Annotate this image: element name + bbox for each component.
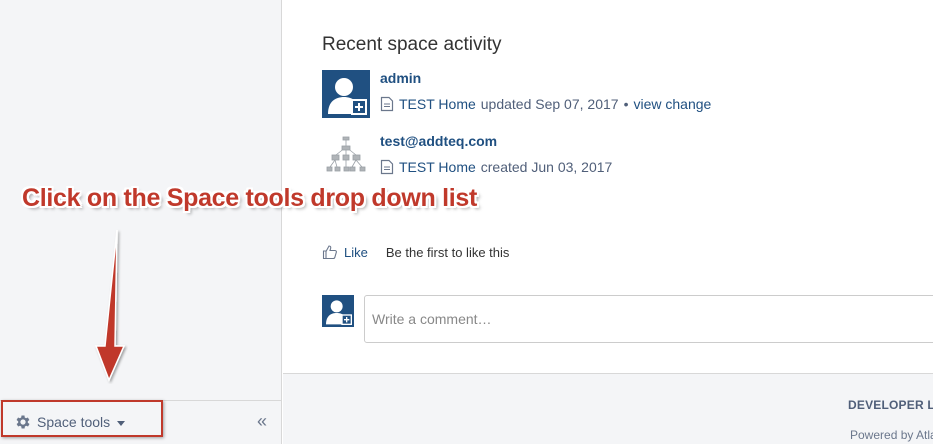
annotation-highlight-box xyxy=(1,400,163,437)
comment-row xyxy=(322,295,933,343)
sidebar: Space tools « xyxy=(0,0,282,444)
separator-bullet: • xyxy=(623,96,629,112)
footer-title: DEVELOPER L xyxy=(848,398,933,412)
diagram-avatar-icon xyxy=(322,133,370,181)
collapse-sidebar-button[interactable]: « xyxy=(252,411,272,433)
page-icon xyxy=(380,96,394,112)
page-footer: DEVELOPER L Powered by Atla xyxy=(283,373,933,444)
activity-line: TEST Home created Jun 03, 2017 xyxy=(380,159,612,175)
avatar[interactable] xyxy=(322,133,370,181)
activity-item: admin TEST Home updated Sep 07, 2017 • v… xyxy=(322,70,882,120)
recent-activity-title: Recent space activity xyxy=(322,34,502,55)
author-link[interactable]: test@addteq.com xyxy=(380,133,497,149)
avatar[interactable] xyxy=(322,70,370,118)
page-link[interactable]: TEST Home xyxy=(399,96,476,112)
activity-action: created Jun 03, 2017 xyxy=(480,159,613,175)
footer-powered-by: Powered by Atla xyxy=(850,428,933,442)
comment-input[interactable] xyxy=(364,295,933,343)
activity-line: TEST Home updated Sep 07, 2017 • view ch… xyxy=(380,96,711,112)
default-user-icon xyxy=(322,70,370,118)
like-label: Like xyxy=(344,244,368,260)
like-status: Be the first to like this xyxy=(385,244,510,260)
page-icon xyxy=(380,159,394,175)
activity-item: test@addteq.com TEST Home created Jun 03… xyxy=(322,133,882,183)
avatar[interactable] xyxy=(322,295,354,327)
double-chevron-left-icon: « xyxy=(256,411,267,431)
activity-action: updated Sep 07, 2017 xyxy=(480,96,619,112)
author-link[interactable]: admin xyxy=(380,70,421,86)
thumbs-up-icon xyxy=(322,244,338,260)
page-link[interactable]: TEST Home xyxy=(399,159,476,175)
view-change-link[interactable]: view change xyxy=(633,96,711,112)
annotation-arrow-icon xyxy=(94,229,126,382)
default-user-icon xyxy=(322,295,354,327)
like-button[interactable]: Like xyxy=(322,244,368,260)
like-row: Like Be the first to like this xyxy=(322,244,509,260)
annotation-instruction: Click on the Space tools drop down list xyxy=(22,184,478,212)
main-content: Recent space activity admin TEST Home up… xyxy=(283,0,933,444)
